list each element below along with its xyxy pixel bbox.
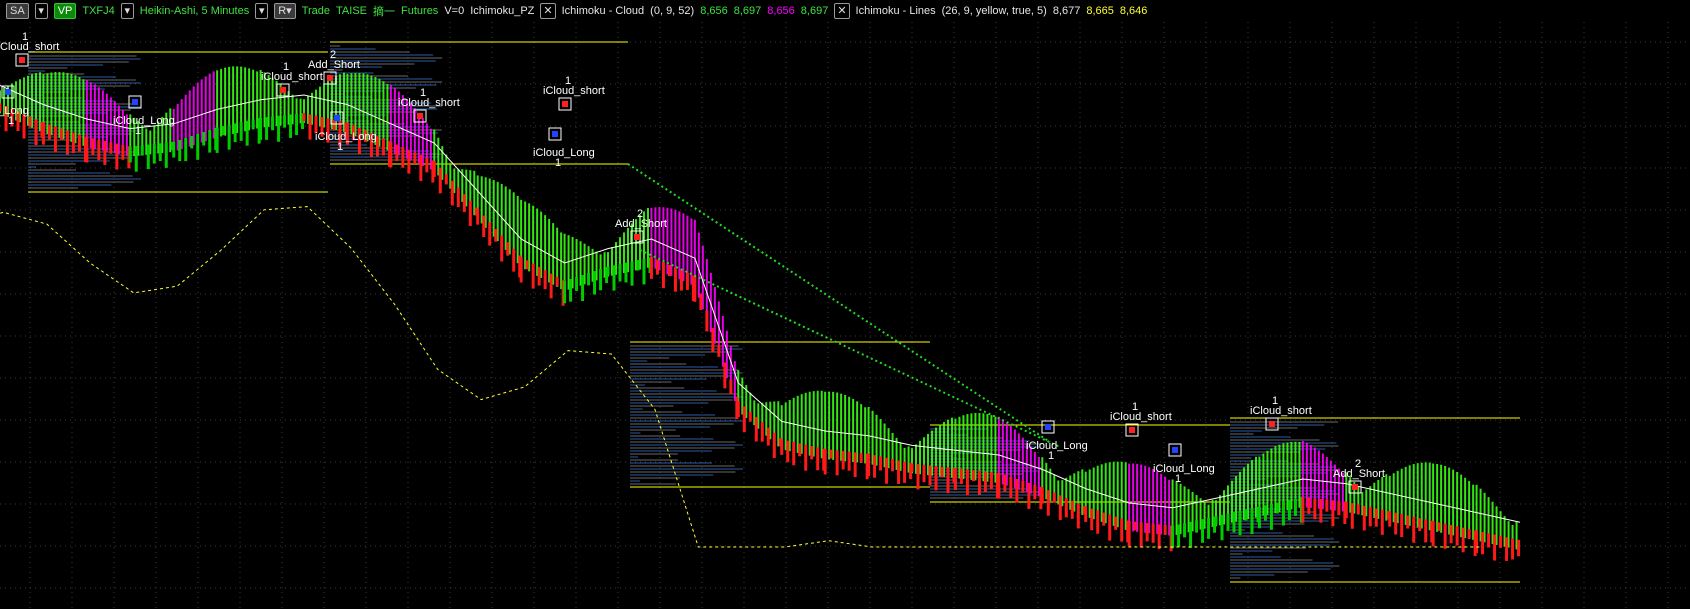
trade-marker-fill (1269, 421, 1275, 427)
indicator-lines-params: (26, 9, yellow, true, 5) (941, 5, 1047, 17)
trade-count: 1 (1132, 401, 1138, 413)
indicator-cloud-params: (0, 9, 52) (650, 5, 695, 17)
trade-count: 1 (420, 87, 426, 99)
trade-marker-fill (280, 87, 286, 93)
indicator-pz-label: Ichimoku_PZ (470, 5, 535, 17)
volume-label: V=0 (444, 5, 465, 17)
trade-marker-fill (132, 99, 138, 105)
sa-button[interactable]: SA (6, 3, 29, 19)
close-cloud-indicator-icon[interactable]: ✕ (540, 3, 556, 19)
trade-count: 1 (565, 75, 571, 87)
cloud-value-2: 8,697 (733, 5, 762, 17)
lines-value-2: 8,665 (1086, 5, 1114, 17)
lines-value-1: 8,677 (1052, 5, 1081, 17)
futures-label: Futures (401, 5, 439, 17)
trade-count: 1 (135, 125, 141, 137)
cloud-value-1: 8,656 (700, 5, 728, 17)
cloud-value-3: 8,656 (767, 5, 795, 17)
trade-count: 1 (1175, 473, 1181, 485)
trade-marker-fill (562, 101, 568, 107)
chart-style-label: Heikin-Ashi, 5 Minutes (139, 5, 250, 17)
trade-marker-fill (417, 113, 423, 119)
trade-marker-fill (634, 234, 640, 240)
trade-count: 2 (1355, 458, 1361, 470)
trade-label: iCloud_short (398, 97, 460, 109)
trade-count: 1 (283, 61, 289, 73)
trade-marker-fill (1045, 424, 1051, 430)
trade-label: iCloud_short (1250, 405, 1312, 417)
trade-label: iCloud_short (1110, 411, 1172, 423)
indicator-lines-label: Ichimoku - Lines (855, 5, 936, 17)
trade-label: iCloud_Long (1153, 463, 1215, 475)
trade-label: Trade (301, 5, 331, 17)
trade-label: iCloud_Long (315, 131, 377, 143)
cjk-label: 摘一 (373, 6, 396, 18)
close-lines-indicator-icon[interactable]: ✕ (834, 3, 850, 19)
vp-button[interactable]: VP (53, 3, 77, 19)
trade-count: 1 (1272, 395, 1278, 407)
trade-count: 2 (637, 208, 643, 220)
trade-label: iCloud_Long (1026, 440, 1088, 452)
style-dropdown-icon[interactable]: ▾ (255, 3, 269, 19)
trade-count: 1 (22, 31, 28, 43)
trade-count: 1 (555, 157, 561, 169)
trade-label: iCloud_Long (113, 115, 175, 127)
exchange-label: TAISE (336, 5, 368, 17)
sa-dropdown-icon[interactable]: ▾ (34, 3, 48, 19)
cloud-value-4: 8,697 (800, 5, 829, 17)
trade-marker-fill (1129, 427, 1135, 433)
trade-label: iCloud_Long (533, 147, 595, 159)
trade-label: iCloud_short (261, 71, 323, 83)
trade-marker-fill (552, 131, 558, 137)
trade-marker-fill (334, 115, 340, 121)
trade-marker-fill (5, 89, 11, 95)
trade-count: 1 (8, 115, 14, 127)
trade-marker-fill (1352, 484, 1358, 490)
symbol-label: TXFJ4 (82, 5, 115, 17)
symbol-dropdown-icon[interactable]: ▾ (120, 3, 134, 19)
trade-label: Cloud_short (0, 41, 59, 53)
chart-toolbar: SA ▾ VP TXFJ4 ▾ Heikin-Ashi, 5 Minutes ▾… (0, 0, 1690, 22)
trade-label: ud_Long (0, 105, 29, 117)
trade-label: iCloud_short (543, 85, 605, 97)
r-button[interactable]: R▾ (274, 3, 296, 19)
r-button-label: R (278, 5, 287, 17)
trade-count: 1 (1048, 450, 1054, 462)
lines-value-3: 8,646 (1119, 5, 1148, 17)
trade-marker-fill (19, 57, 25, 63)
trade-count: 2 (330, 49, 336, 61)
price-chart[interactable]: Cloud_short1ud_Long1iCloud_Long1iCloud_s… (0, 22, 1690, 609)
trade-marker-fill (1172, 447, 1178, 453)
indicator-cloud-label: Ichimoku - Cloud (561, 5, 645, 17)
trade-marker-fill (327, 75, 333, 81)
trade-count: 1 (337, 141, 343, 153)
